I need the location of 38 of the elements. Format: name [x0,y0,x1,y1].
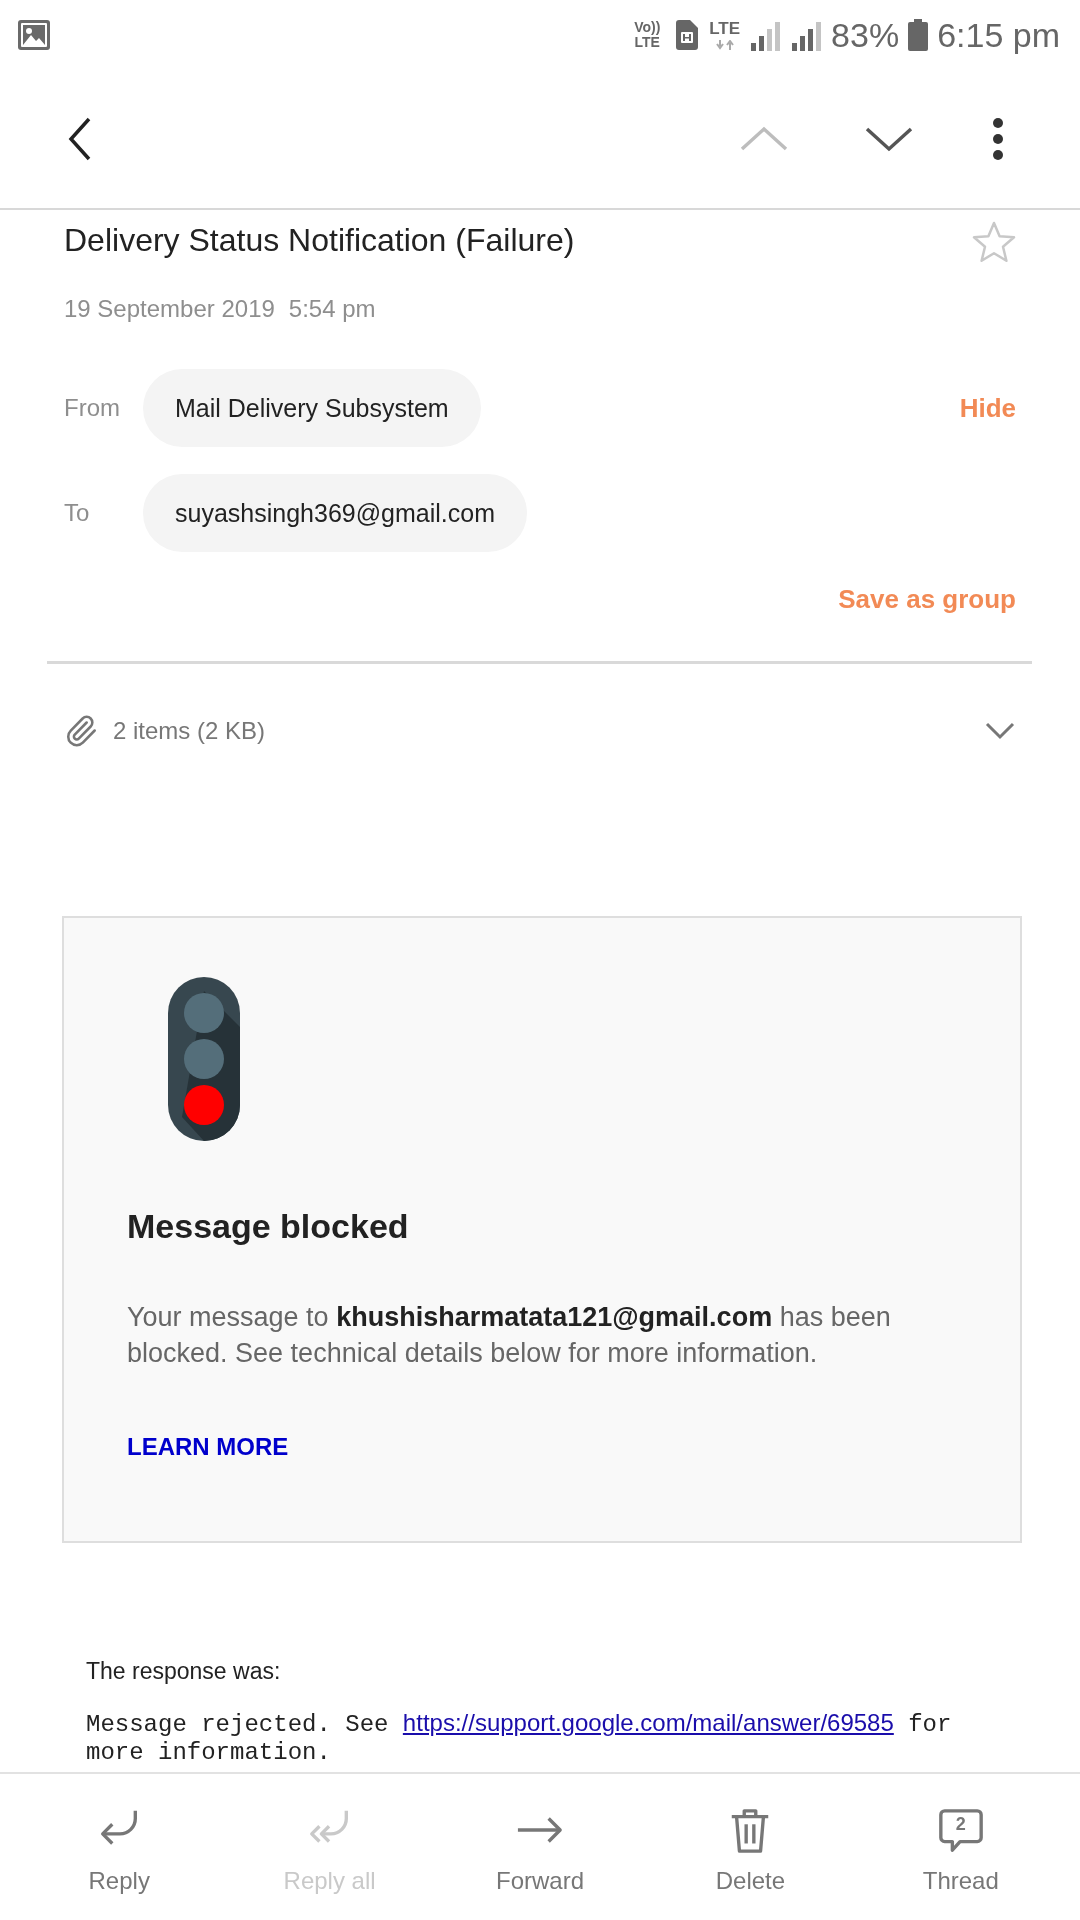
chevron-down-icon [985,722,1015,740]
paperclip-icon [64,714,98,748]
response-text: Message rejected. See https://support.google.com/mail/answer/69585 for more information. [86,1709,953,1767]
more-options-icon [992,117,1004,161]
reply-button[interactable]: Reply [14,1774,225,1920]
signal-icon [749,19,782,51]
field-label: To [64,499,91,527]
image-icon [18,20,50,50]
hide-link[interactable]: Hide [959,393,1016,423]
support-link[interactable]: https://support.google.com/mail/answer/69585 [402,1709,894,1736]
thread-count: 2 [954,1814,967,1834]
attachment-summary: 2 items (2 KB) [113,717,266,745]
volte-label: Vo)) LTE [633,20,662,50]
contact-chip[interactable]: suyashsingh369@gmail.com [143,474,527,552]
signal-icon [790,19,823,51]
chevron-down-icon [865,125,913,153]
save-as-group-link[interactable]: Save as group [838,584,1016,614]
network-type-label: LTE [709,20,741,38]
field-label: From [64,394,121,422]
contact-chip[interactable]: Mail Delivery Subsystem [143,369,481,447]
email-subject: Delivery Status Notification (Failure) [64,221,576,260]
data-arrows-icon [714,40,735,50]
thread-button[interactable]: 2 Thread [855,1774,1066,1920]
learn-more-link[interactable]: LEARN MORE [127,1432,289,1462]
email-date: 19 September 2019 [64,294,275,324]
clock-time: 6:15 pm [937,15,1060,55]
email-time: 5:54 pm [288,294,376,324]
notice-text: Your message to khushisharmatata121@gmail.com has been blocked. See technical details below for more information. [127,1301,892,1370]
battery-icon [908,19,929,51]
delete-button[interactable]: Delete [645,1774,856,1920]
forward-button[interactable]: Forward [434,1774,646,1920]
star-icon[interactable] [972,220,1016,264]
speech-bubble-icon [936,1807,985,1855]
notice-title: Message blocked [127,1206,409,1246]
battery-percent: 83% [831,15,900,55]
response-intro: The response was: [86,1657,282,1685]
chevron-up-icon [740,125,788,153]
sim-card-icon [674,19,701,51]
